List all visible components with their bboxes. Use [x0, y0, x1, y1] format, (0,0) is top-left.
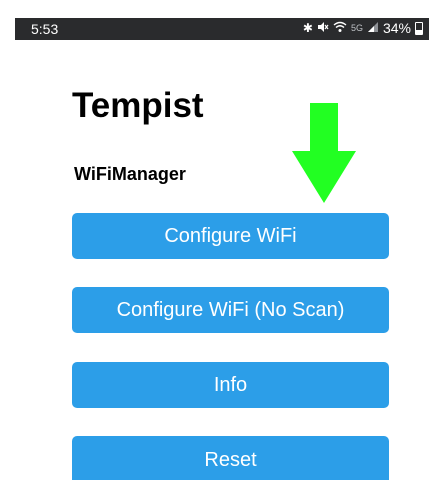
status-time: 5:53	[31, 21, 59, 37]
configure-wifi-no-scan-button[interactable]: Configure WiFi (No Scan)	[72, 287, 389, 333]
arrow-down-icon	[292, 103, 356, 203]
page-title: Tempist	[72, 86, 204, 125]
battery-icon	[415, 21, 423, 35]
status-icons: ✱ 5G 34%	[303, 20, 423, 36]
info-button[interactable]: Info	[72, 362, 389, 408]
battery-percent: 34%	[382, 20, 411, 36]
wifi-icon	[333, 21, 347, 36]
bluetooth-icon: ✱	[302, 21, 313, 35]
reset-button[interactable]: Reset	[72, 436, 389, 480]
mute-icon	[317, 21, 329, 36]
page-subtitle: WiFiManager	[74, 164, 186, 184]
5g-icon: 5G	[350, 23, 363, 33]
status-bar: 5:53 ✱ 5G 34%	[15, 18, 429, 40]
configure-wifi-button[interactable]: Configure WiFi	[72, 213, 389, 259]
signal-icon	[367, 21, 379, 36]
screen: 5:53 ✱ 5G 34% Tempist WiFiManager Config…	[0, 0, 444, 480]
